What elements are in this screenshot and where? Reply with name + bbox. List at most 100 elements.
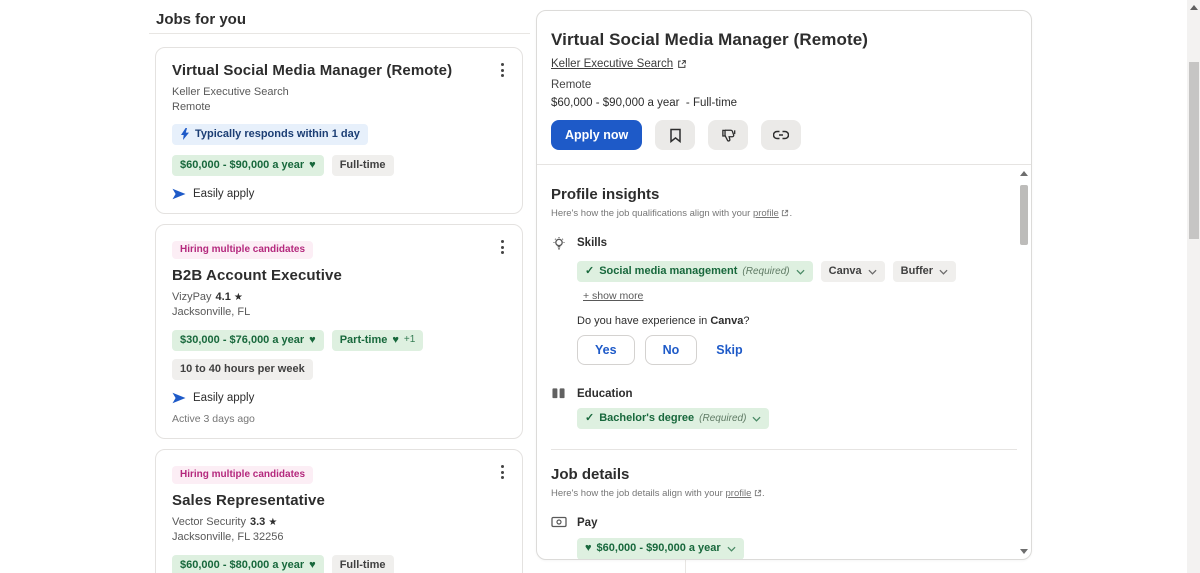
tag-row: $60,000 - $80,000 a year ♥ Full-time Mon… bbox=[172, 555, 506, 573]
show-more-link[interactable]: + show more bbox=[583, 290, 643, 302]
skill-chip-canva[interactable]: Canva bbox=[821, 261, 885, 282]
responds-badge-row: Typically responds within 1 day bbox=[172, 124, 506, 145]
skill-chip-social-media-management[interactable]: ✓ Social media management (Required) bbox=[577, 261, 813, 282]
profile-link[interactable]: profile bbox=[753, 208, 779, 219]
company-name: Vector Security bbox=[172, 516, 246, 528]
pay-section: Pay bbox=[551, 515, 1007, 529]
company-name: Keller Executive Search bbox=[172, 86, 289, 98]
apply-now-button[interactable]: Apply now bbox=[551, 120, 642, 150]
heart-icon: ♥ bbox=[392, 335, 399, 346]
job-card-sales-representative[interactable]: Hiring multiple candidates Sales Represe… bbox=[155, 449, 523, 573]
hiring-badge-row: Hiring multiple candidates bbox=[172, 464, 506, 484]
skills-chip-row: ✓ Social media management (Required) Can… bbox=[577, 261, 1007, 302]
check-icon: ✓ bbox=[585, 412, 594, 425]
job-details-subtext: Here's how the job details align with yo… bbox=[551, 488, 1007, 499]
company-name: VizyPay bbox=[172, 291, 212, 303]
skills-label: Skills bbox=[577, 235, 607, 252]
pay-chip[interactable]: ♥ $60,000 - $90,000 a year bbox=[577, 538, 744, 559]
external-link-icon bbox=[677, 59, 687, 69]
company-rating: 4.1 bbox=[216, 291, 231, 303]
pay-chip-row: ♥ $60,000 - $90,000 a year bbox=[577, 538, 1007, 559]
education-section: Education bbox=[551, 386, 1007, 400]
easily-apply-row: Easily apply bbox=[172, 392, 506, 404]
detail-header: Virtual Social Media Manager (Remote) Ke… bbox=[537, 11, 1031, 150]
question-answer-row: Yes No Skip bbox=[577, 335, 1007, 365]
company-rating: 3.3 bbox=[250, 516, 265, 528]
job-card-virtual-social-media-manager[interactable]: Virtual Social Media Manager (Remote) Ke… bbox=[155, 47, 523, 214]
yes-button[interactable]: Yes bbox=[577, 335, 635, 365]
heart-icon: ♥ bbox=[585, 543, 592, 554]
education-label: Education bbox=[577, 386, 633, 400]
skill-chip-buffer[interactable]: Buffer bbox=[893, 261, 956, 282]
job-location: Jacksonville, FL 32256 bbox=[172, 531, 284, 543]
responds-badge: Typically responds within 1 day bbox=[172, 124, 368, 145]
profile-insights-heading: Profile insights bbox=[551, 186, 1007, 203]
action-row: Apply now bbox=[551, 120, 1017, 150]
salary-tag: $30,000 - $76,000 a year ♥ bbox=[172, 330, 324, 351]
active-ago-text: Active 3 days ago bbox=[172, 413, 506, 425]
check-icon: ✓ bbox=[585, 265, 594, 278]
more-options-button[interactable] bbox=[499, 463, 506, 481]
heart-icon: ♥ bbox=[309, 560, 316, 571]
more-options-button[interactable] bbox=[499, 61, 506, 79]
job-title[interactable]: Sales Representative bbox=[172, 492, 506, 509]
company-line: Vector Security 3.3 ★ Jacksonville, FL 32… bbox=[172, 515, 506, 545]
header-divider bbox=[537, 164, 1031, 165]
detail-body: Profile insights Here's how the job qual… bbox=[537, 186, 1031, 560]
feed-title-divider bbox=[149, 33, 530, 34]
chevron-down-icon bbox=[727, 546, 736, 552]
education-chip[interactable]: ✓ Bachelor's degree (Required) bbox=[577, 408, 769, 429]
thumbs-down-icon bbox=[721, 128, 736, 143]
hiring-multiple-badge: Hiring multiple candidates bbox=[172, 466, 313, 484]
browser-scrollbar-thumb[interactable] bbox=[1189, 62, 1199, 239]
panel-scrollbar-thumb[interactable] bbox=[1020, 185, 1028, 245]
bookmark-icon bbox=[669, 128, 682, 143]
job-type-tag: Part-time ♥ +1 bbox=[332, 330, 424, 351]
pay-label: Pay bbox=[577, 515, 597, 529]
job-type-tag: Full-time bbox=[332, 555, 394, 573]
not-interested-button[interactable] bbox=[708, 120, 748, 150]
more-options-button[interactable] bbox=[499, 238, 506, 256]
scroll-down-arrow[interactable] bbox=[1020, 549, 1028, 554]
hours-tag: 10 to 40 hours per week bbox=[172, 359, 313, 380]
section-divider bbox=[551, 449, 1017, 450]
detail-pay-line: $60,000 - $90,000 a year - Full-time bbox=[551, 97, 1017, 109]
job-title[interactable]: Virtual Social Media Manager (Remote) bbox=[172, 62, 506, 79]
copy-link-button[interactable] bbox=[761, 120, 801, 150]
send-icon bbox=[172, 392, 186, 404]
save-job-button[interactable] bbox=[655, 120, 695, 150]
skills-section: Skills bbox=[551, 235, 1007, 252]
scroll-up-arrow[interactable] bbox=[1020, 171, 1028, 176]
profile-link[interactable]: profile bbox=[726, 488, 752, 499]
tag-row: $30,000 - $76,000 a year ♥ Part-time ♥ +… bbox=[172, 330, 506, 380]
tag-plus-count: +1 bbox=[404, 334, 415, 346]
browser-scrollbar[interactable] bbox=[1187, 0, 1200, 573]
chevron-down-icon bbox=[752, 416, 761, 422]
scroll-up-arrow[interactable] bbox=[1190, 5, 1198, 10]
heart-icon: ♥ bbox=[309, 160, 316, 171]
no-button[interactable]: No bbox=[645, 335, 698, 365]
job-card-b2b-account-executive[interactable]: Hiring multiple candidates B2B Account E… bbox=[155, 224, 523, 439]
hiring-badge-row: Hiring multiple candidates bbox=[172, 239, 506, 259]
job-details-heading: Job details bbox=[551, 466, 1007, 483]
send-icon bbox=[172, 188, 186, 200]
detail-location: Remote bbox=[551, 79, 1017, 91]
jobs-page: Jobs for you Virtual Social Media Manage… bbox=[0, 0, 1200, 573]
job-detail-panel: Virtual Social Media Manager (Remote) Ke… bbox=[536, 10, 1032, 560]
external-link-icon bbox=[754, 489, 762, 497]
panel-scrollbar[interactable] bbox=[1019, 169, 1029, 556]
detail-job-title: Virtual Social Media Manager (Remote) bbox=[551, 30, 1017, 50]
company-line: VizyPay4.1 ★ Jacksonville, FL bbox=[172, 290, 506, 320]
company-line: Keller Executive Search Remote bbox=[172, 85, 506, 115]
lightbulb-icon bbox=[551, 235, 567, 252]
job-location: Jacksonville, FL bbox=[172, 306, 250, 318]
employer-link[interactable]: Keller Executive Search bbox=[551, 58, 687, 70]
easily-apply-row: Easily apply bbox=[172, 188, 506, 200]
skip-link[interactable]: Skip bbox=[716, 343, 742, 357]
hiring-multiple-badge: Hiring multiple candidates bbox=[172, 241, 313, 259]
experience-question: Do you have experience in Canva? bbox=[577, 315, 1007, 327]
star-icon: ★ bbox=[268, 517, 277, 528]
banknote-icon bbox=[551, 515, 567, 529]
chevron-down-icon bbox=[939, 269, 948, 275]
job-title[interactable]: B2B Account Executive bbox=[172, 267, 506, 284]
